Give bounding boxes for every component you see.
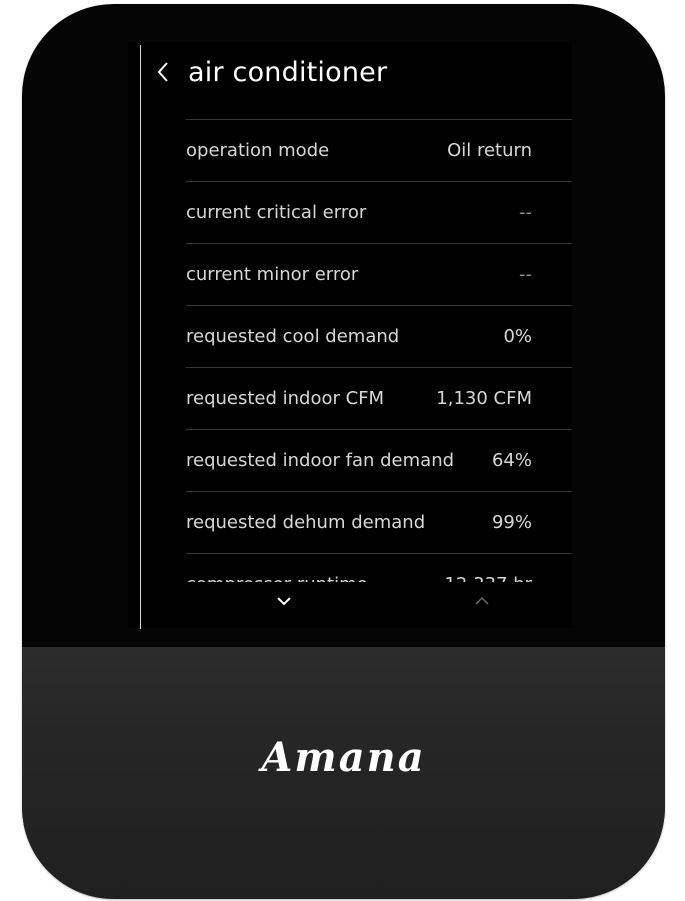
row-value: Oil return — [447, 140, 532, 161]
thermostat-device: air conditioner operation mode Oil retur… — [22, 4, 665, 899]
row-label: requested indoor fan demand — [186, 450, 455, 471]
list-item-dehum-demand[interactable]: requested dehum demand 99% — [186, 491, 572, 553]
row-label: operation mode — [186, 140, 330, 161]
row-value: 99% — [491, 512, 532, 533]
brand-logo: Amana — [261, 734, 426, 781]
chevron-down-icon[interactable] — [270, 590, 298, 612]
list-item-cool-demand[interactable]: requested cool demand 0% — [186, 305, 572, 367]
settings-list: operation mode Oil return current critic… — [186, 119, 572, 583]
row-label: requested cool demand — [186, 326, 400, 347]
list-item-compressor-runtime[interactable]: compressor runtime 12,337 hr — [186, 553, 572, 583]
chevron-left-icon[interactable] — [156, 52, 176, 92]
chevron-up-icon[interactable] — [468, 590, 496, 612]
screen-edge-line — [140, 45, 141, 629]
row-value: 1,130 CFM — [436, 388, 532, 409]
scroll-nav-bar — [128, 582, 572, 628]
row-value: -- — [519, 264, 532, 285]
list-item-critical-error[interactable]: current critical error -- — [186, 181, 572, 243]
row-value: -- — [519, 202, 532, 223]
list-item-minor-error[interactable]: current minor error -- — [186, 243, 572, 305]
screen-header: air conditioner — [156, 52, 387, 92]
row-label: requested dehum demand — [186, 512, 426, 533]
row-label: current minor error — [186, 264, 359, 285]
row-value: 0% — [503, 326, 532, 347]
list-item-indoor-cfm[interactable]: requested indoor CFM 1,130 CFM — [186, 367, 572, 429]
row-value: 64% — [491, 450, 532, 471]
list-item-operation-mode[interactable]: operation mode Oil return — [186, 119, 572, 181]
row-label: current critical error — [186, 202, 367, 223]
row-label: requested indoor CFM — [186, 388, 385, 409]
page-title: air conditioner — [188, 56, 388, 88]
list-item-indoor-fan-demand[interactable]: requested indoor fan demand 64% — [186, 429, 572, 491]
touch-screen: air conditioner operation mode Oil retur… — [128, 42, 572, 628]
